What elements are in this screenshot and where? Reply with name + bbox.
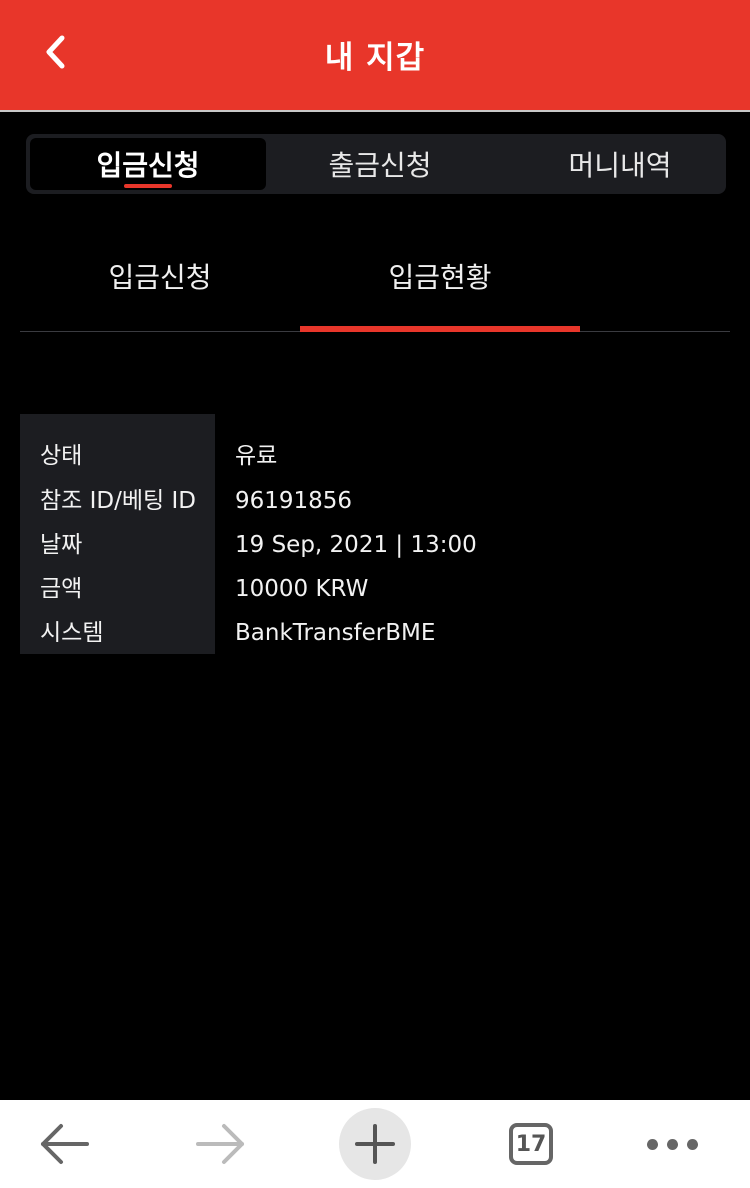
- tabs-overview-button[interactable]: 17: [498, 1100, 564, 1188]
- tab-label: 머니내역: [568, 149, 672, 182]
- plus-icon: [355, 1124, 395, 1164]
- header-bar: 내 지갑: [0, 0, 750, 112]
- subtab-active-indicator: [300, 326, 580, 332]
- wallet-segment-tabs: 입금신청 출금신청 머니내역: [26, 134, 726, 194]
- detail-label-status: 상태: [40, 443, 83, 469]
- new-tab-button[interactable]: [339, 1100, 411, 1188]
- detail-value-amount: 10000 KRW: [235, 576, 369, 602]
- detail-label-amount: 금액: [40, 576, 83, 602]
- app: 내 지갑 입금신청 출금신청 머니내역 입금신청 입금현황 상태 유료 참조 I…: [0, 0, 750, 1188]
- browser-toolbar: 17: [0, 1100, 750, 1188]
- arrow-left-icon: [41, 1124, 89, 1164]
- new-tab-circle: [339, 1108, 411, 1180]
- subtab-deposit-status[interactable]: 입금현황: [300, 256, 580, 296]
- tab-label: 출금신청: [328, 149, 432, 182]
- tab-withdraw-request[interactable]: 출금신청: [262, 138, 498, 190]
- detail-value-system: BankTransferBME: [235, 620, 436, 646]
- tab-deposit-request[interactable]: 입금신청: [30, 138, 266, 190]
- detail-label-date: 날짜: [40, 532, 83, 558]
- more-menu-button[interactable]: [636, 1100, 708, 1188]
- detail-value-date: 19 Sep, 2021 | 13:00: [235, 532, 477, 558]
- tab-money-history[interactable]: 머니내역: [502, 138, 738, 190]
- subtab-deposit-request[interactable]: 입금신청: [20, 256, 300, 296]
- browser-back-button[interactable]: [30, 1100, 100, 1188]
- active-tab-underline: [124, 184, 172, 188]
- detail-value-reference-id: 96191856: [235, 488, 353, 514]
- tab-label: 입금신청: [96, 149, 200, 182]
- arrow-right-icon: [196, 1124, 244, 1164]
- detail-label-system: 시스템: [40, 620, 104, 646]
- page-title: 내 지갑: [324, 40, 426, 76]
- tabs-count: 17: [509, 1123, 553, 1165]
- detail-label-reference-id: 참조 ID/베팅 ID: [40, 488, 196, 514]
- detail-value-status: 유료: [235, 443, 278, 469]
- more-dots-icon: [646, 1138, 698, 1150]
- browser-forward-button[interactable]: [185, 1100, 255, 1188]
